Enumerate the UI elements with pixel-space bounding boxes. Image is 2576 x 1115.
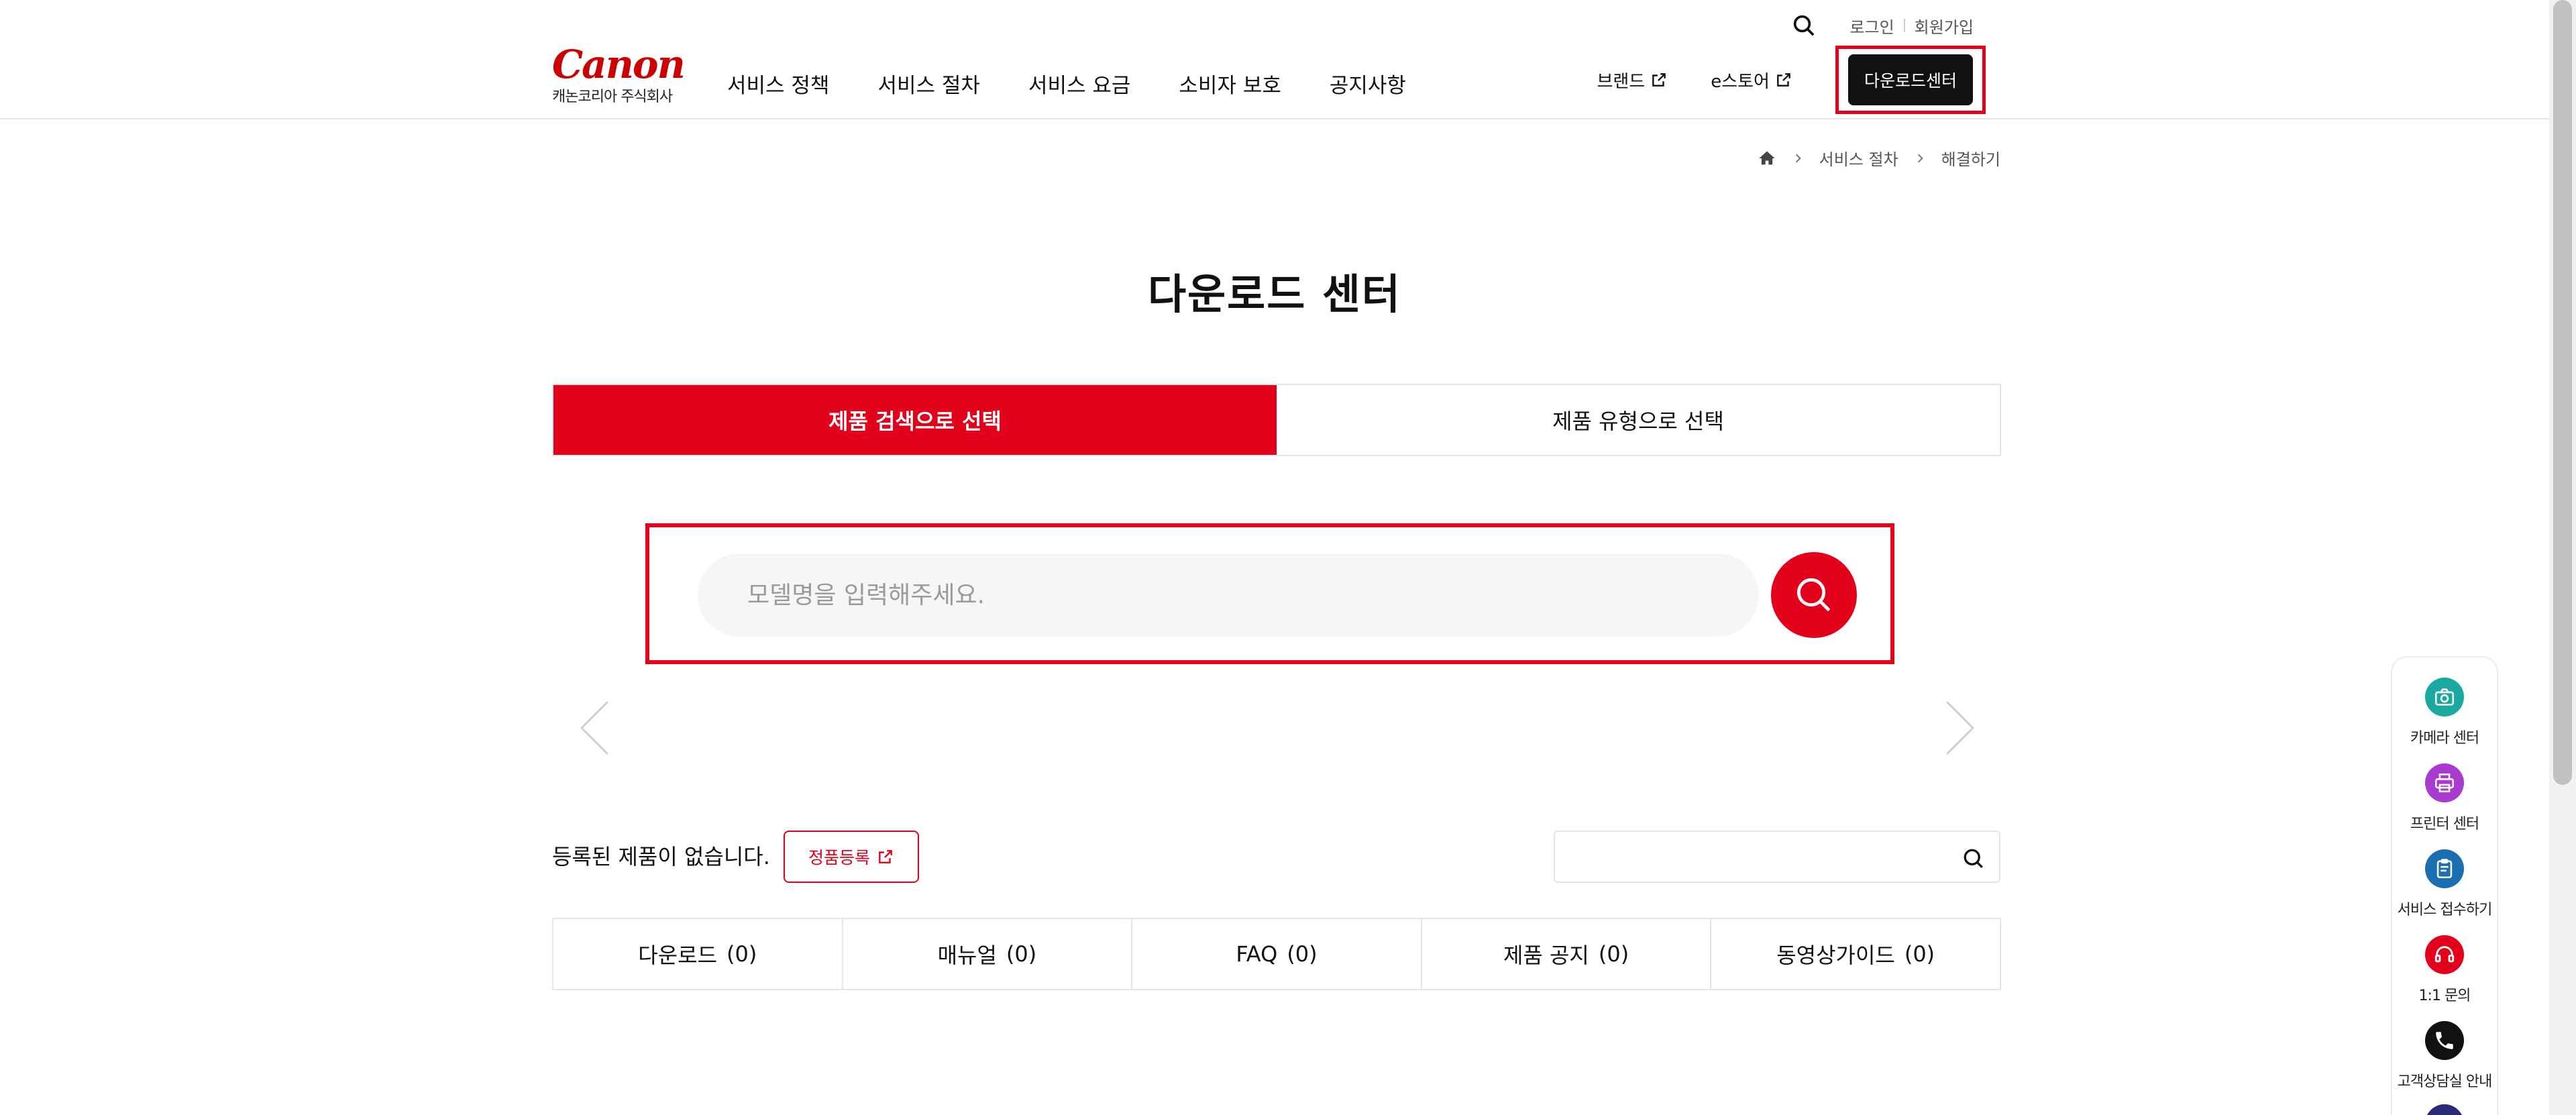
- tab-download[interactable]: 다운로드 (0): [553, 919, 843, 989]
- quick-printer-center[interactable]: 프린터 센터: [2392, 763, 2497, 833]
- quick-menu: 카메라 센터 프린터 센터 서비스 접수하기 1:1 문의 고객상담실 안내: [2391, 656, 2498, 1115]
- tab-label: 제품 공지: [1503, 943, 1589, 968]
- product-register-button[interactable]: 정품등록: [784, 831, 919, 883]
- nav-item-service-policy[interactable]: 서비스 정책: [727, 68, 829, 99]
- content-search-box: [1554, 831, 2000, 883]
- breadcrumb-service-procedure[interactable]: 서비스 절차: [1819, 146, 1898, 170]
- quick-label: 서비스 접수하기: [2397, 902, 2493, 918]
- home-icon[interactable]: [1758, 149, 1776, 168]
- camera-icon: [2425, 678, 2464, 716]
- tab-faq[interactable]: FAQ (0): [1132, 919, 1422, 989]
- quick-camera-center[interactable]: 카메라 센터: [2392, 678, 2497, 747]
- chevron-right-icon: [1917, 153, 1923, 163]
- content-tabs: 다운로드 (0) 매뉴얼 (0) FAQ (0) 제품 공지 (0) 동영상가이드 (0): [552, 918, 2001, 990]
- tab-type-select[interactable]: 제품 유형으로 선택: [1277, 385, 2000, 455]
- tab-product-notice[interactable]: 제품 공지 (0): [1422, 919, 1712, 989]
- brand-link[interactable]: 브랜드: [1597, 68, 1668, 93]
- main-nav: 서비스 정책 서비스 절차 서비스 요금 소비자 보호 공지사항: [727, 68, 1454, 99]
- quick-label: 카메라 센터: [2410, 730, 2479, 747]
- right-nav: 브랜드 e스토어 다운로드센터: [1597, 46, 1986, 114]
- content-search-input[interactable]: [1555, 832, 1999, 882]
- signup-link[interactable]: 회원가입: [1915, 14, 1974, 38]
- search-icon: [1796, 578, 1831, 612]
- quick-label: 1:1 문의: [2418, 988, 2471, 1004]
- nav-item-service-procedure[interactable]: 서비스 절차: [877, 68, 979, 99]
- page-title: 다운로드 센터: [1148, 270, 1401, 319]
- chevron-right-icon: [1795, 153, 1801, 163]
- quick-label: 프린터 센터: [2410, 816, 2479, 833]
- tab-count: (0): [1287, 941, 1318, 967]
- carousel-prev-icon[interactable]: [576, 698, 616, 758]
- tab-manual[interactable]: 매뉴얼 (0): [843, 919, 1133, 989]
- canon-logo[interactable]: Canon 캐논코리아 주식회사: [552, 42, 686, 106]
- tab-count: (0): [727, 941, 757, 967]
- utility-menu: 로그인 회원가입: [1790, 12, 1974, 39]
- logo-wordmark: Canon: [552, 42, 686, 87]
- tab-video-guide[interactable]: 동영상가이드 (0): [1711, 919, 2000, 989]
- util-divider: [1903, 19, 1905, 32]
- page-scrollbar[interactable]: [2549, 0, 2576, 1115]
- download-center-button[interactable]: 다운로드센터: [1847, 54, 1973, 105]
- scrollbar-thumb[interactable]: [2553, 0, 2572, 785]
- header-search-icon[interactable]: [1790, 12, 1817, 39]
- estore-link[interactable]: e스토어: [1711, 68, 1792, 93]
- nav-item-notice[interactable]: 공지사항: [1330, 68, 1406, 99]
- model-search-field: [698, 553, 1759, 637]
- tab-label: 동영상가이드: [1776, 943, 1895, 968]
- search-button[interactable]: [1771, 552, 1857, 638]
- login-link[interactable]: 로그인: [1849, 14, 1894, 38]
- download-center-highlight: 다운로드센터: [1835, 46, 1986, 114]
- tab-count: (0): [1598, 941, 1629, 967]
- external-link-icon: [879, 850, 892, 863]
- nav-item-service-fee[interactable]: 서비스 요금: [1028, 68, 1130, 99]
- site-header: Canon 캐논코리아 주식회사 로그인 회원가입 서비스 정책 서비스 절차 …: [0, 0, 2549, 119]
- model-search-input[interactable]: [698, 553, 1759, 637]
- search-icon[interactable]: [1962, 847, 1986, 871]
- breadcrumb-current: 해결하기: [1941, 150, 2000, 169]
- tab-search-select[interactable]: 제품 검색으로 선택: [553, 385, 1277, 455]
- more-icon: [2425, 1104, 2464, 1115]
- quick-label: 고객상담실 안내: [2397, 1073, 2493, 1090]
- headset-icon: [2425, 935, 2464, 974]
- quick-customer-center[interactable]: 고객상담실 안내: [2392, 1021, 2497, 1091]
- breadcrumb: 서비스 절차 해결하기: [1758, 146, 2000, 170]
- tab-label: FAQ: [1236, 941, 1278, 967]
- nav-item-consumer-protection[interactable]: 소비자 보호: [1179, 68, 1281, 99]
- logo-company-name: 캐논코리아 주식회사: [552, 89, 673, 105]
- clipboard-icon: [2425, 849, 2464, 888]
- quick-service-request[interactable]: 서비스 접수하기: [2392, 849, 2497, 919]
- selection-tabs: 제품 검색으로 선택 제품 유형으로 선택: [552, 384, 2001, 456]
- brand-link-label: 브랜드: [1597, 71, 1646, 92]
- tab-count: (0): [1006, 941, 1037, 967]
- printer-icon: [2425, 763, 2464, 802]
- tab-count: (0): [1904, 941, 1935, 967]
- phone-icon: [2425, 1021, 2464, 1060]
- quick-one-to-one[interactable]: 1:1 문의: [2392, 935, 2497, 1005]
- product-register-label: 정품등록: [808, 848, 870, 867]
- no-product-message: 등록된 제품이 없습니다.: [552, 844, 770, 869]
- estore-link-label: e스토어: [1711, 71, 1770, 92]
- carousel-next-icon[interactable]: [1939, 698, 1979, 758]
- external-link-icon: [1652, 73, 1666, 87]
- tab-label: 다운로드: [638, 943, 718, 968]
- external-link-icon: [1777, 73, 1790, 87]
- tab-label: 매뉴얼: [937, 943, 997, 968]
- quick-more[interactable]: [2392, 1104, 2497, 1115]
